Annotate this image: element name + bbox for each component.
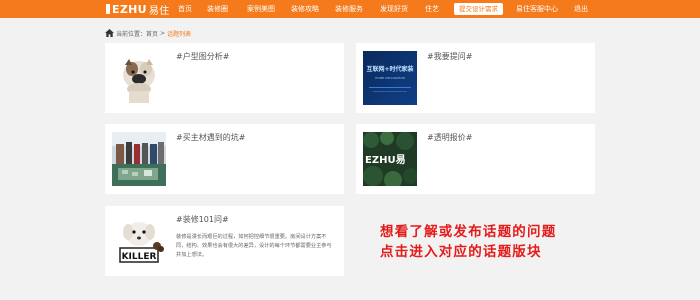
banner-text: 互联网+时代家装 [366, 65, 413, 73]
topic-card-decoration-101[interactable]: KILLER #装修101问# 装修是漫长而艰巨的过程，如何把控细节很重要。房间… [105, 206, 344, 276]
topic-thumbnail: EZHU易 [363, 132, 417, 186]
nav-zhuyi[interactable]: 住艺 [425, 0, 439, 18]
ezhu-logo-wall: EZHU易 [363, 132, 417, 186]
promo-line-2: 点击进入对应的话题版块 [380, 244, 542, 260]
top-nav-bar: EZHU 易住 首页 装修圈 案例美图 装修攻略 装修服务 发现好货 住艺 提交… [0, 0, 700, 18]
nav-decoration-service[interactable]: 装修服务 [335, 0, 363, 18]
topic-description: 装修是漫长而艰巨的过程，如何把控细节很重要。房间设计方案不同，结构、效果也会有很… [176, 234, 332, 258]
svg-text:KILLER: KILLER [122, 252, 157, 262]
submit-design-request-button[interactable]: 提交设计需求 [454, 3, 503, 15]
topic-title[interactable]: #我要提问# [427, 51, 472, 62]
nav-home[interactable]: 首页 [178, 0, 192, 18]
promo-text: 想看了解或发布话题的问题 点击进入对应的话题版块 [380, 222, 600, 262]
topic-card-ask-question[interactable]: 互联网+时代家装 HOME DECORATION #我要提问# [356, 43, 595, 113]
topic-card-transparent-quote[interactable]: EZHU易 #透明报价# [356, 124, 595, 194]
breadcrumb: 当前位置： 首页 > 话题列表 [105, 28, 191, 38]
logo-cn-text: 易住 [148, 5, 170, 17]
topic-card-materials-pitfalls[interactable]: #买主材遇到的坑# [105, 124, 344, 194]
bulldog-photo [112, 51, 166, 105]
nav-discover-goods[interactable]: 发现好货 [380, 0, 408, 18]
nav-decoration-guide[interactable]: 装修攻略 [291, 0, 319, 18]
nav-customer-service[interactable]: 易住客服中心 [516, 0, 558, 18]
breadcrumb-current: 话题列表 [167, 30, 192, 38]
nav-case-gallery[interactable]: 案例美图 [247, 0, 275, 18]
nav-logout[interactable]: 退出 [574, 0, 588, 18]
promo-line-1: 想看了解或发布话题的问题 [380, 224, 557, 240]
nav-decoration-circle[interactable]: 装修圈 [207, 0, 228, 18]
topic-title[interactable]: #装修101问# [176, 214, 229, 225]
topic-thumbnail: 互联网+时代家装 HOME DECORATION [363, 51, 417, 105]
topic-title[interactable]: #户型图分析# [176, 51, 229, 62]
breadcrumb-separator: > [160, 29, 166, 37]
banner-subtext: HOME DECORATION [375, 76, 405, 80]
breadcrumb-label: 当前位置： [116, 30, 147, 38]
topic-title[interactable]: #买主材遇到的坑# [176, 132, 245, 143]
blue-banner-image: 互联网+时代家装 HOME DECORATION [363, 51, 417, 105]
wall-logo-text: EZHU易 [365, 154, 406, 166]
topic-thumbnail [112, 132, 166, 186]
topic-card-floorplan[interactable]: #户型图分析# [105, 43, 344, 113]
killer-puppy-photo: KILLER [112, 214, 166, 268]
site-logo[interactable]: EZHU 易住 [106, 2, 170, 17]
topic-thumbnail: KILLER [112, 214, 166, 268]
breadcrumb-home-link[interactable]: 首页 [146, 29, 158, 38]
topic-title[interactable]: #透明报价# [427, 132, 472, 143]
logo-mark-icon [106, 4, 110, 14]
showroom-photo [112, 132, 166, 186]
logo-text: EZHU [112, 2, 147, 16]
topic-thumbnail [112, 51, 166, 105]
home-icon [105, 29, 114, 37]
